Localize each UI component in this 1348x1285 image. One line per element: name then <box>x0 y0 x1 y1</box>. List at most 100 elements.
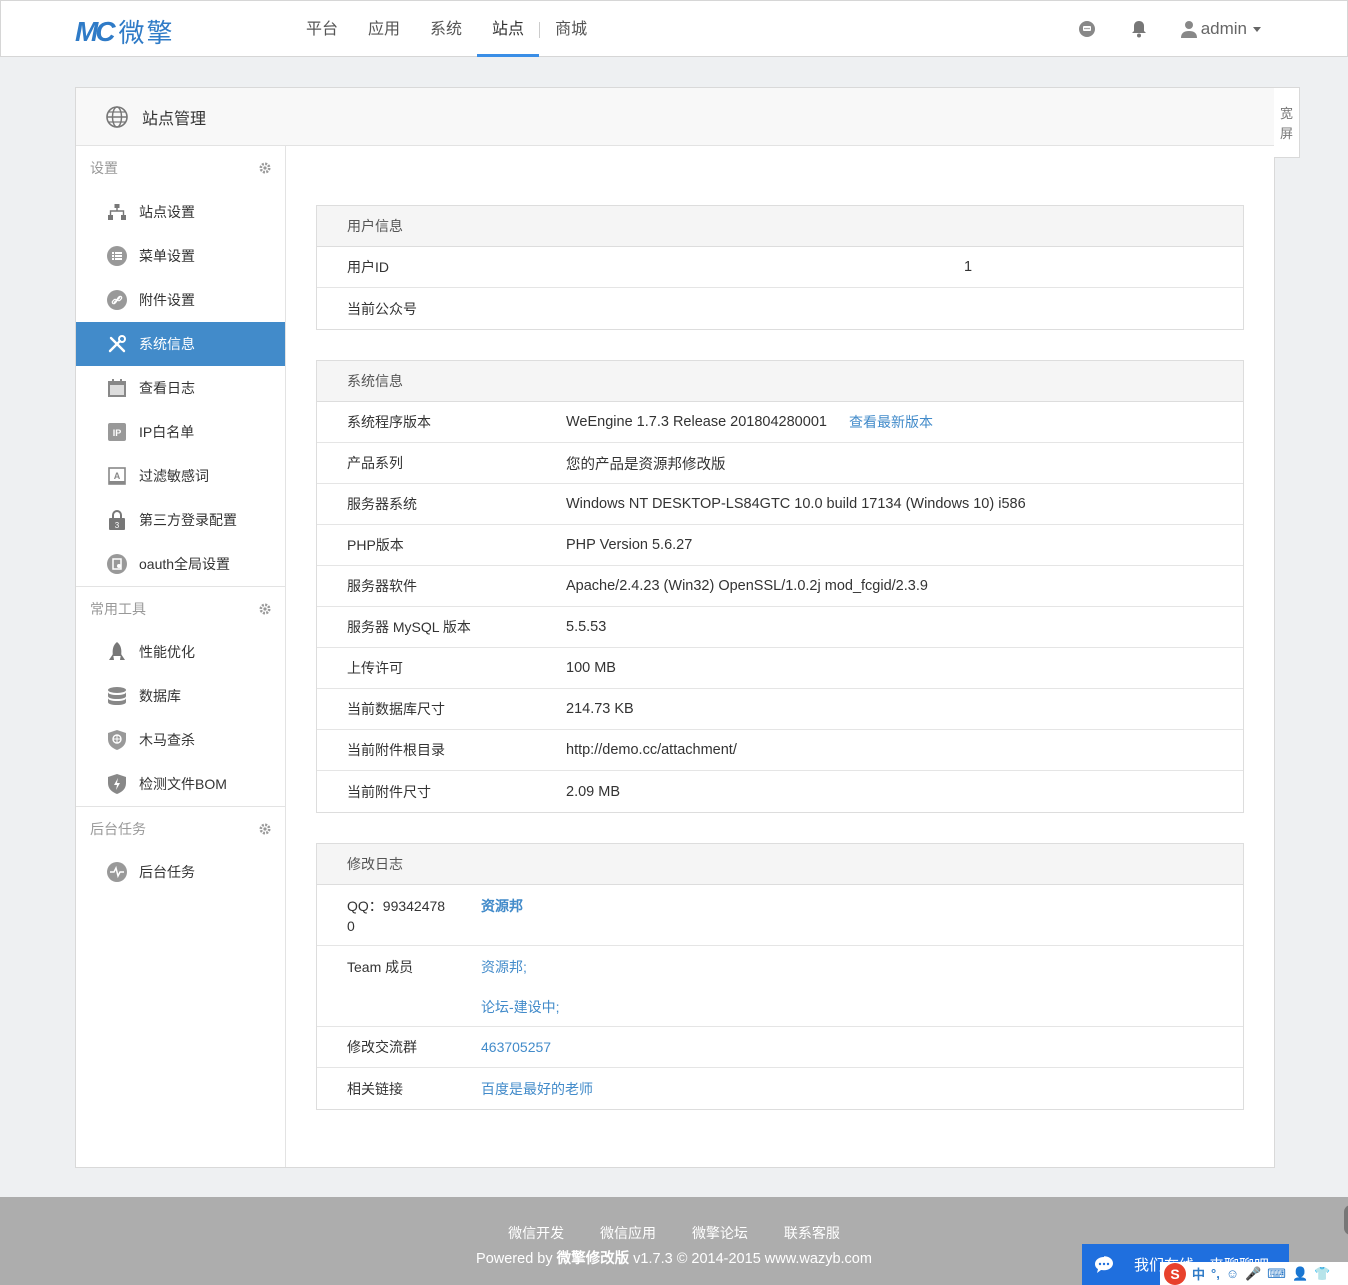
row-label: Team 成员 <box>347 959 414 975</box>
ime-punct[interactable]: °, <box>1211 1266 1220 1281</box>
copyright-brand: 微擎修改版 <box>556 1251 630 1267</box>
row-value: Windows NT DESKTOP-LS84GTC 10.0 build 17… <box>566 496 1026 512</box>
sidebar-item-attachment-settings[interactable]: 附件设置 <box>76 278 285 322</box>
sidebar-group-label: 后台任务 <box>90 820 146 837</box>
row-label: 当前公众号 <box>347 300 417 317</box>
globe-icon <box>106 105 128 128</box>
gear-icon[interactable] <box>259 823 271 835</box>
team-member-link[interactable]: 论坛-建设中; <box>481 999 560 1015</box>
qq-author-link[interactable]: 资源邦 <box>481 896 523 916</box>
nav-platform[interactable]: 平台 <box>291 1 353 57</box>
row-label: 当前附件根目录 <box>347 742 445 758</box>
row-value: Apache/2.4.23 (Win32) OpenSSL/1.0.2j mod… <box>566 578 928 594</box>
table-row: 修改交流群 463705257 <box>317 1027 1243 1068</box>
qq-group-link[interactable]: 463705257 <box>481 1039 551 1055</box>
top-right-tools: admin <box>1061 1 1261 57</box>
shirt-icon[interactable]: 👕 <box>1314 1266 1330 1282</box>
row-value: 100 MB <box>566 660 616 676</box>
sidebar-item-oauth-settings[interactable]: oauth全局设置 <box>76 542 285 586</box>
side-handle[interactable] <box>1344 1205 1348 1235</box>
mic-icon[interactable]: 🎤 <box>1245 1266 1261 1282</box>
table-row: 系统程序版本 WeEngine 1.7.3 Release 2018042800… <box>317 402 1243 443</box>
row-value: PHP Version 5.6.27 <box>566 537 693 553</box>
oauth-icon <box>107 554 127 574</box>
table-header: 修改日志 <box>317 844 1243 885</box>
shield-scan-icon <box>107 730 127 750</box>
table-row: 服务器系统 Windows NT DESKTOP-LS84GTC 10.0 bu… <box>317 484 1243 525</box>
copyright-suffix: v1.7.3 © 2014-2015 www.wazyb.com <box>629 1251 872 1267</box>
related-link[interactable]: 百度是最好的老师 <box>481 1079 593 1099</box>
footer-link-support[interactable]: 联系客服 <box>784 1225 840 1241</box>
nav-apps[interactable]: 应用 <box>353 1 415 57</box>
sidebar-item-label: IP白名单 <box>139 424 195 440</box>
gear-icon[interactable] <box>259 162 271 174</box>
nav-system[interactable]: 系统 <box>415 1 477 57</box>
logo[interactable]: MC 微擎 <box>75 13 175 50</box>
panel-title: 站点管理 <box>142 110 207 128</box>
sidebar-group-tasks: 后台任务 <box>76 806 285 850</box>
table-row: PHP版本 PHP Version 5.6.27 <box>317 525 1243 566</box>
chat-icon <box>1095 1255 1113 1273</box>
tools-icon <box>107 334 127 354</box>
sidebar-item-performance[interactable]: 性能优化 <box>76 630 285 674</box>
widescreen-toggle-button[interactable]: 宽屏 <box>1274 87 1300 158</box>
ime-mode[interactable]: 中 <box>1192 1264 1205 1283</box>
sidebar-item-view-logs[interactable]: 查看日志 <box>76 366 285 410</box>
sidebar-item-menu-settings[interactable]: 菜单设置 <box>76 234 285 278</box>
emoji-icon[interactable]: ☺ <box>1226 1266 1239 1281</box>
sidebar-item-label: 后台任务 <box>139 864 195 880</box>
lock-icon: 3 <box>107 510 127 530</box>
sidebar-item-database[interactable]: 数据库 <box>76 674 285 718</box>
sidebar-group-settings: 设置 <box>76 146 285 190</box>
sidebar-item-third-party-login[interactable]: 3 第三方登录配置 <box>76 498 285 542</box>
svg-text:A: A <box>114 471 121 481</box>
footer-link-wechat-apps[interactable]: 微信应用 <box>600 1225 656 1241</box>
table-row: QQ：99342478 0 资源邦 <box>317 885 1243 946</box>
row-label: 相关链接 <box>347 1080 403 1097</box>
logo-mark: MC <box>75 15 116 47</box>
sidebar-item-filter-words[interactable]: A 过滤敏感词 <box>76 454 285 498</box>
changelog-table: 修改日志 QQ：99342478 0 资源邦 Team 成员 资源邦; 论坛-建… <box>316 843 1244 1110</box>
sidebar-item-bom-check[interactable]: 检测文件BOM <box>76 762 285 806</box>
text-icon: A <box>107 466 127 486</box>
content-area: 用户信息 用户ID 1 当前公众号 系统信息 系统程序版本 WeEngine 1… <box>316 205 1244 1140</box>
shield-bolt-icon <box>107 774 127 794</box>
sidebar-item-site-settings[interactable]: 站点设置 <box>76 190 285 234</box>
sidebar-item-label: 查看日志 <box>139 380 195 396</box>
table-row: 当前公众号 <box>317 288 1243 329</box>
footer-links: 微信开发 微信应用 微擎论坛 联系客服 <box>0 1223 1348 1243</box>
team-member-link[interactable]: 资源邦; <box>481 959 527 975</box>
qq-label-line2: 0 <box>347 918 355 934</box>
sidebar-item-trojan-scan[interactable]: 木马查杀 <box>76 718 285 762</box>
svg-text:3: 3 <box>115 521 120 530</box>
footer-link-forum[interactable]: 微擎论坛 <box>692 1225 748 1241</box>
sidebar-item-label: 第三方登录配置 <box>139 512 237 528</box>
row-value: 1 <box>964 259 973 275</box>
sidebar-item-system-info[interactable]: 系统信息 <box>76 322 285 366</box>
widescreen-label: 宽屏 <box>1279 106 1293 141</box>
row-label: PHP版本 <box>347 537 404 553</box>
table-row: 当前数据库尺寸 214.73 KB <box>317 689 1243 730</box>
gear-icon[interactable] <box>259 603 271 615</box>
message-icon[interactable] <box>1077 19 1097 39</box>
sidebar-item-ip-whitelist[interactable]: IP IP白名单 <box>76 410 285 454</box>
nav-mall[interactable]: 商城 <box>540 1 602 57</box>
sidebar-group-tools: 常用工具 <box>76 586 285 630</box>
sidebar-item-background-tasks[interactable]: 后台任务 <box>76 850 285 894</box>
ime-toolbar: S 中 °, ☺ 🎤 ⌨ 👤 👕 <box>1160 1262 1348 1285</box>
table-row: 上传许可 100 MB <box>317 648 1243 689</box>
main-panel: 站点管理 设置 站点设置 菜单设置 附件设置 系统信息 查看日志 IP IP白名… <box>75 87 1275 1168</box>
nav-site[interactable]: 站点 <box>477 1 540 57</box>
sidebar-item-label: 过滤敏感词 <box>139 468 209 484</box>
person-icon[interactable]: 👤 <box>1292 1266 1308 1282</box>
sidebar-group-label: 设置 <box>90 160 118 176</box>
row-label: 当前附件尺寸 <box>347 783 431 800</box>
user-menu[interactable]: admin <box>1180 19 1261 39</box>
table-header: 系统信息 <box>317 361 1243 402</box>
sogou-logo-icon[interactable]: S <box>1164 1262 1186 1285</box>
footer-link-wechat-dev[interactable]: 微信开发 <box>508 1225 564 1241</box>
keyboard-icon[interactable]: ⌨ <box>1267 1266 1286 1282</box>
bell-icon[interactable] <box>1129 19 1149 39</box>
check-latest-version-link[interactable]: 查看最新版本 <box>849 412 933 432</box>
table-row: Team 成员 资源邦; 论坛-建设中; <box>317 946 1243 1027</box>
